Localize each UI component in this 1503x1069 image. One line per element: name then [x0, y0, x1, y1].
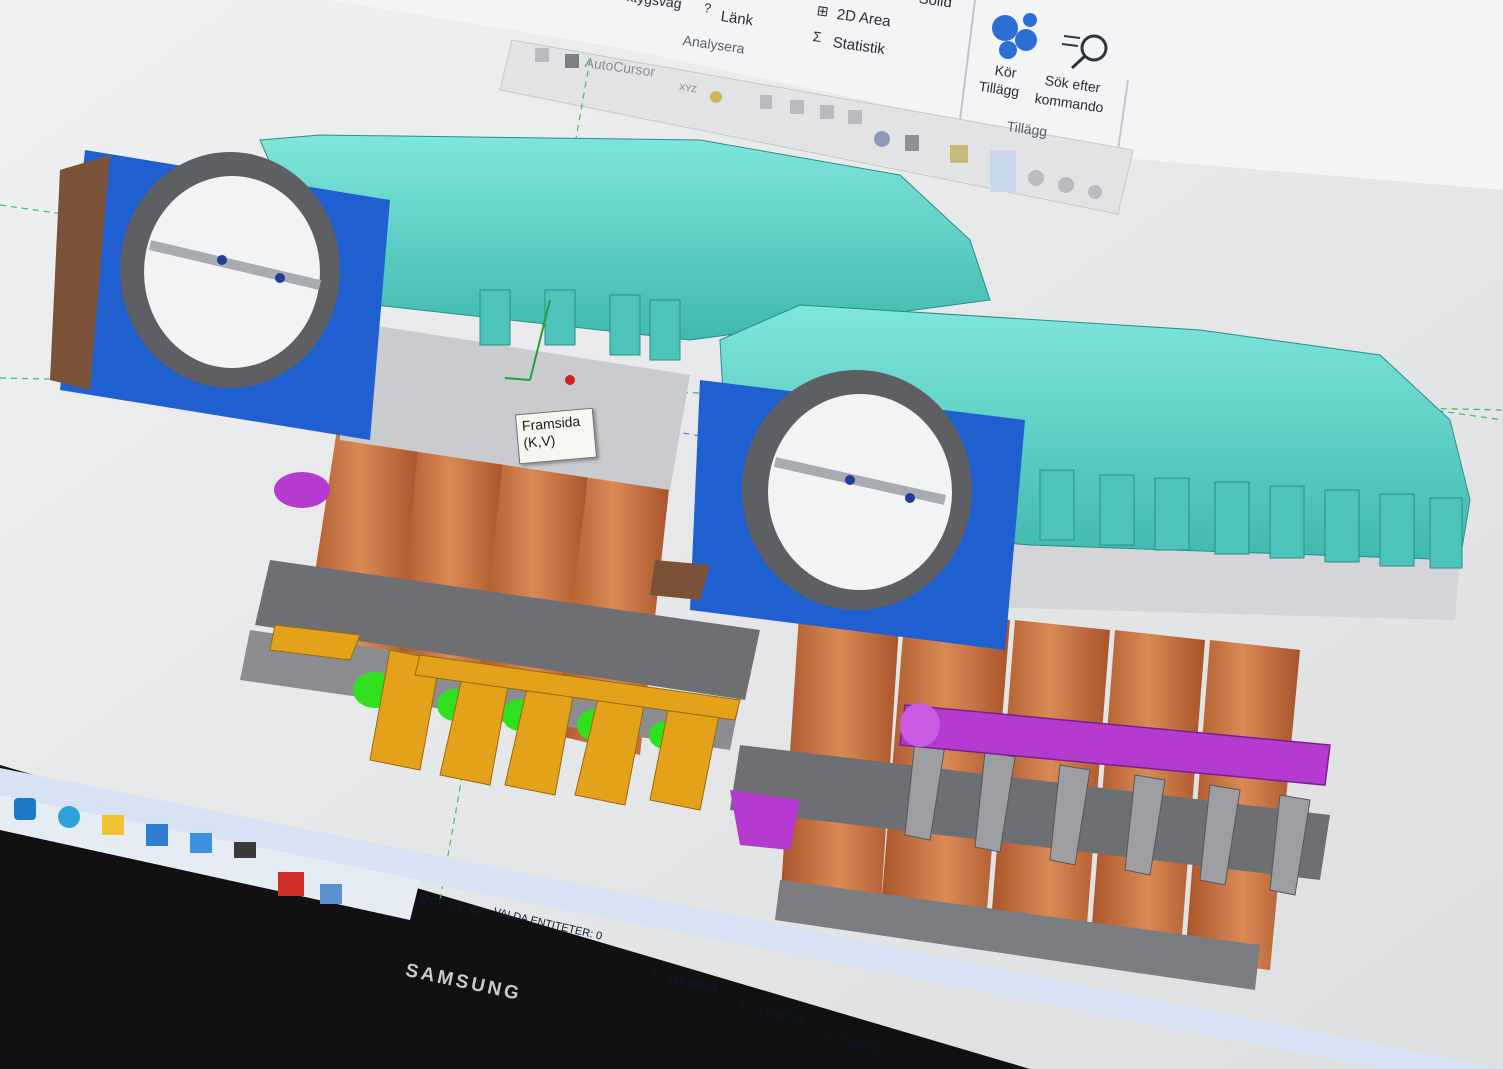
- pan-icon: [1028, 170, 1044, 186]
- right-throttle-motor: [650, 560, 710, 600]
- explorer-icon: [102, 815, 124, 835]
- arrow-icon: [760, 95, 772, 109]
- taskbar-icon-8: [320, 884, 342, 904]
- view-icon-3: [848, 110, 862, 124]
- app-icon: [234, 842, 256, 858]
- grid-icon: [950, 145, 968, 163]
- right-fuel-rail-end: [900, 703, 940, 747]
- cursor-icon: [565, 54, 579, 68]
- snap-icon: [710, 91, 722, 103]
- view-icon-1: [790, 100, 804, 114]
- rotate-icon: [1058, 177, 1074, 193]
- zoom-icon: [1088, 185, 1102, 199]
- kor-label-1[interactable]: Kör: [994, 62, 1018, 81]
- statistik-icon: Σ: [811, 28, 823, 46]
- cad-viewport-scene: [0, 0, 1503, 1069]
- render-icon: [874, 131, 890, 147]
- taskbar-icon-1: [14, 798, 36, 820]
- cad-app-icon: [278, 872, 304, 896]
- store-icon: [146, 824, 168, 846]
- left-throttle-bore: [144, 176, 320, 368]
- lock-icon: [535, 48, 549, 62]
- mail-icon: [190, 833, 212, 853]
- view-tooltip: Framsida (K,V): [514, 407, 598, 465]
- select-icon: [905, 135, 919, 151]
- view-icon-2: [820, 105, 834, 119]
- left-fuel-rail-end: [274, 472, 330, 508]
- right-fuel-inlet: [730, 790, 800, 850]
- active-view-icon: [990, 150, 1016, 192]
- edge-icon: [58, 806, 80, 828]
- area2d-icon: ⊞: [815, 2, 830, 20]
